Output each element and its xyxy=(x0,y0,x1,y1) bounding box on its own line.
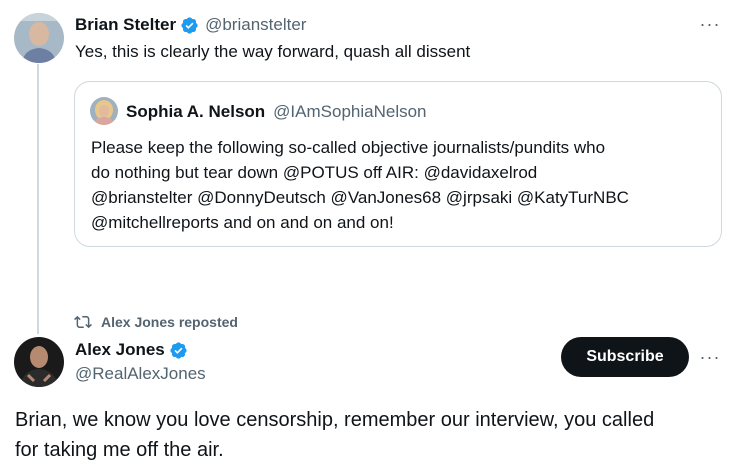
tweet-header: Alex Jones xyxy=(75,339,188,361)
tweet-header: Brian Stelter @brianstelter xyxy=(75,14,306,36)
verified-badge-icon xyxy=(169,341,188,360)
avatar[interactable] xyxy=(90,97,118,125)
author-handle[interactable]: @RealAlexJones xyxy=(75,364,206,384)
repost-indicator: Alex Jones reposted xyxy=(74,312,238,332)
tweet-text: Yes, this is clearly the way forward, qu… xyxy=(75,42,471,61)
verified-badge-icon xyxy=(180,16,199,35)
tweet-text: Brian, we know you love censorship, reme… xyxy=(15,405,725,465)
avatar[interactable] xyxy=(14,13,64,63)
thread-connector-line xyxy=(37,64,39,334)
tweet-text-line: Brian, we know you love censorship, reme… xyxy=(15,409,655,431)
quoted-text-line: Please keep the following so-called obje… xyxy=(91,138,606,157)
quoted-tweet-card[interactable]: Sophia A. Nelson @IAmSophiaNelson Please… xyxy=(74,81,722,247)
tweet-text-line: for taking me off the air. xyxy=(15,439,224,461)
quoted-author-handle[interactable]: @IAmSophiaNelson xyxy=(273,102,426,122)
quoted-author-name[interactable]: Sophia A. Nelson xyxy=(126,102,265,122)
author-handle[interactable]: @brianstelter xyxy=(205,15,306,35)
repost-label[interactable]: Alex Jones reposted xyxy=(101,314,238,330)
author-name[interactable]: Alex Jones xyxy=(75,340,165,360)
avatar[interactable] xyxy=(14,337,64,387)
quoted-text-line: @mitchellreports and on and on and on! xyxy=(91,213,394,232)
subscribe-button[interactable]: Subscribe xyxy=(561,337,689,377)
quoted-text-line: do nothing but tear down @POTUS off AIR:… xyxy=(91,163,538,182)
quoted-tweet-header: Sophia A. Nelson @IAmSophiaNelson xyxy=(126,101,427,123)
quoted-text-line: @brianstelter @DonnyDeutsch @VanJones68 … xyxy=(91,188,629,207)
more-horizontal-icon: ··· xyxy=(699,346,721,367)
more-horizontal-icon: ··· xyxy=(699,13,721,34)
more-options-button[interactable]: ··· xyxy=(697,14,723,34)
more-options-button[interactable]: ··· xyxy=(697,347,723,367)
timeline: Brian Stelter @brianstelter ··· Yes, thi… xyxy=(0,0,737,468)
author-name[interactable]: Brian Stelter xyxy=(75,15,176,35)
quoted-tweet-text: Please keep the following so-called obje… xyxy=(91,135,711,235)
repost-icon xyxy=(74,313,92,331)
